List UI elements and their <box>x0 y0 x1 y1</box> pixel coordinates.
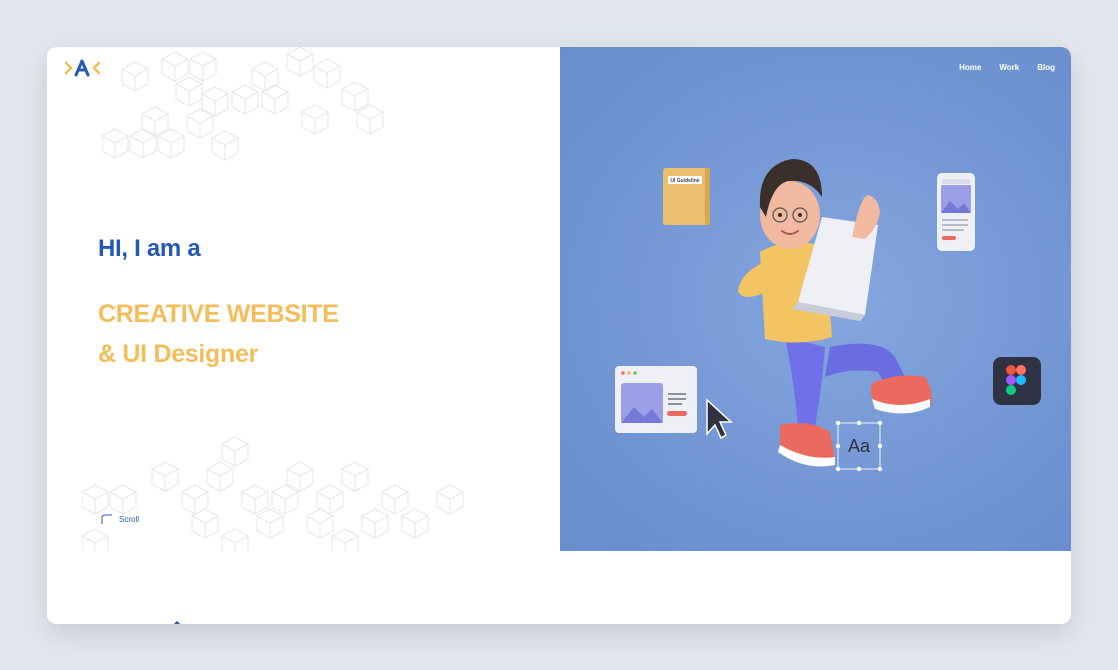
hero-title: CREATIVE WEBSITE & UI Designer <box>98 294 339 374</box>
book-icon: UI Guideline <box>663 168 710 225</box>
book-label: UI Guideline <box>670 178 699 184</box>
scroll-indicator[interactable]: Scroll <box>99 513 139 525</box>
phone-card-icon <box>937 173 975 251</box>
section-marker <box>169 620 185 624</box>
logo-icon[interactable] <box>65 59 101 77</box>
hero-greeting: HI, I am a <box>98 235 201 262</box>
browser-card-icon <box>615 366 697 433</box>
cube-pattern-bottom <box>82 437 464 552</box>
hero-title-line1: CREATIVE WEBSITE <box>98 300 339 328</box>
hero-left-panel: HI, I am a CREATIVE WEBSITE & UI Designe… <box>47 47 560 552</box>
cube-pattern-top <box>102 47 384 161</box>
hero-title-line2: & UI Designer <box>98 340 259 368</box>
font-sample-icon: Aa <box>835 420 883 472</box>
browser-window: HI, I am a CREATIVE WEBSITE & UI Designe… <box>47 47 1071 624</box>
character-illustration: UI Guideline Aa <box>615 159 1041 472</box>
next-section-preview <box>47 551 1071 624</box>
scroll-label: Scroll <box>119 514 140 524</box>
character <box>738 159 932 467</box>
cursor-icon <box>706 398 733 440</box>
scroll-arrow-icon <box>101 514 112 524</box>
hero-illustration-panel: Home Work Blog UI Guideline Aa <box>560 47 1071 551</box>
figma-icon <box>993 357 1041 405</box>
font-sample-text: Aa <box>848 436 871 456</box>
